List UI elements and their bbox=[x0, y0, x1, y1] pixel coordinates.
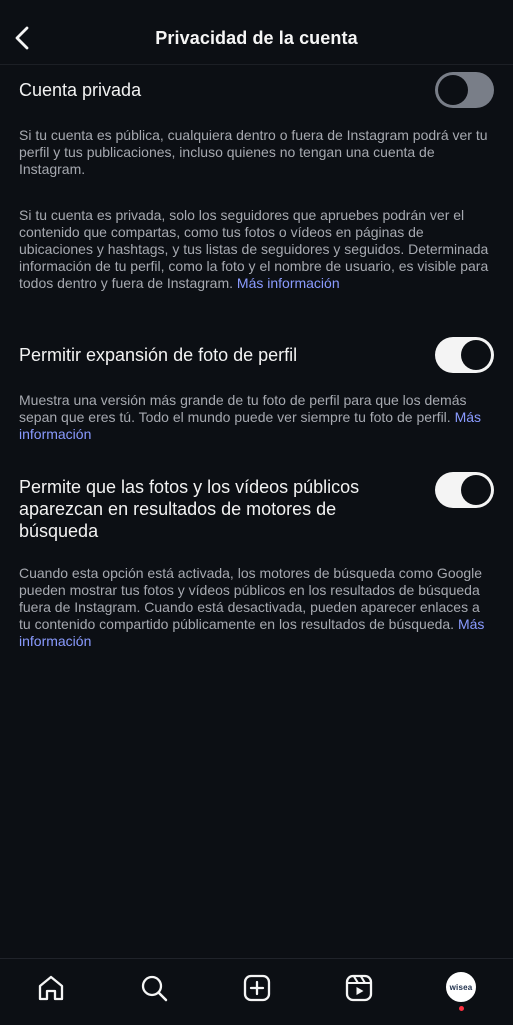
search-tab[interactable] bbox=[139, 973, 169, 1003]
toggle-knob bbox=[461, 475, 491, 505]
private-account-label: Cuenta privada bbox=[19, 80, 142, 100]
search-engines-toggle[interactable] bbox=[435, 472, 494, 508]
profile-photo-description-text: Muestra una versión más grande de tu fot… bbox=[19, 392, 467, 425]
search-engines-description: Cuando esta opción está activada, los mo… bbox=[19, 565, 495, 650]
profile-photo-expansion-toggle[interactable] bbox=[435, 337, 494, 373]
private-account-toggle[interactable] bbox=[435, 72, 494, 108]
private-account-private-description: Si tu cuenta es privada, solo los seguid… bbox=[19, 207, 495, 292]
profile-photo-expansion-description: Muestra una versión más grande de tu fot… bbox=[19, 392, 495, 443]
toggle-knob bbox=[438, 75, 468, 105]
bottom-tab-bar bbox=[0, 958, 513, 1025]
home-tab[interactable] bbox=[36, 973, 66, 1003]
create-tab[interactable] bbox=[242, 973, 272, 1003]
top-bar: Privacidad de la cuenta bbox=[0, 0, 513, 65]
notification-dot bbox=[459, 1006, 464, 1011]
search-engines-description-text: Cuando esta opción está activada, los mo… bbox=[19, 565, 483, 632]
reels-icon bbox=[345, 974, 373, 1002]
page-title: Privacidad de la cuenta bbox=[155, 28, 358, 48]
avatar-logo-text: wisea bbox=[449, 982, 473, 992]
search-icon bbox=[141, 975, 168, 1002]
learn-more-link-private[interactable]: Más información bbox=[237, 275, 340, 291]
create-icon bbox=[243, 974, 271, 1002]
private-account-public-description: Si tu cuenta es pública, cualquiera dent… bbox=[19, 127, 488, 177]
profile-avatar[interactable]: wisea bbox=[446, 972, 476, 1002]
reels-tab[interactable] bbox=[344, 973, 374, 1003]
profile-photo-expansion-label: Permitir expansión de foto de perfil bbox=[19, 345, 298, 365]
home-icon bbox=[38, 975, 64, 1001]
toggle-knob bbox=[461, 340, 491, 370]
search-engines-label: Permite que las fotos y los vídeos públi… bbox=[19, 477, 360, 541]
